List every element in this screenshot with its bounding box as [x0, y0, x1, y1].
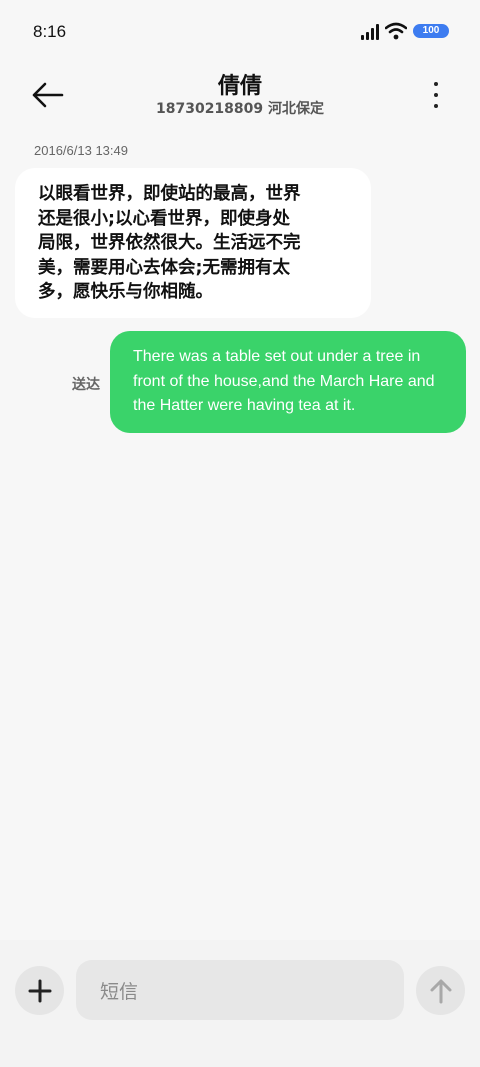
more-vertical-icon[interactable]: [428, 80, 444, 110]
send-arrow-icon: [430, 979, 451, 1003]
outgoing-message-line: the Hatter were having tea at it.: [133, 397, 356, 414]
status-bar: 8:16 100: [0, 0, 480, 66]
status-time: 8:16: [33, 22, 67, 41]
battery-icon: 100: [413, 24, 449, 38]
outgoing-message-line: front of the house,and the March Hare an…: [133, 372, 435, 390]
incoming-message-line: 还是很小;以心看世界，即使身处: [38, 208, 290, 229]
status-icons: 100: [361, 22, 449, 40]
compose-bar: 短信: [0, 940, 480, 1067]
incoming-message-line: 美，需要用心去体会;无需拥有太: [38, 257, 290, 278]
sms-conversation-screen: 8:16 100 倩倩 18730218809 河北保定 2016/6/13 1…: [0, 0, 480, 1067]
contact-name: 倩倩: [217, 74, 262, 99]
outgoing-message-bubble[interactable]: There was a table set out under a tree i…: [110, 331, 466, 433]
wifi-icon: [385, 22, 407, 40]
incoming-message-line: 多，愿快乐与你相随。: [38, 282, 213, 302]
add-attachment-button[interactable]: [15, 966, 64, 1015]
incoming-message-line: 以眼看世界，即使站的最高，世界: [38, 184, 301, 204]
signal-icon: [361, 23, 379, 40]
conversation-header: 倩倩 18730218809 河北保定: [0, 66, 480, 126]
send-button[interactable]: [416, 966, 465, 1015]
message-input-placeholder: 短信: [100, 980, 139, 1003]
delivery-status: 送达: [72, 377, 100, 393]
incoming-message-bubble[interactable]: 以眼看世界，即使站的最高，世界 还是很小;以心看世界，即使身处 局限，世界依然很…: [15, 168, 371, 318]
message-timestamp: 2016/6/13 13:49: [34, 143, 128, 158]
plus-icon: [28, 979, 51, 1002]
contact-phone-location: 18730218809 河北保定: [155, 101, 325, 117]
incoming-message-line: 局限，世界依然很大。生活远不完: [38, 233, 301, 253]
outgoing-message-line: There was a table set out under a tree i…: [133, 348, 421, 365]
message-input[interactable]: 短信: [76, 960, 404, 1020]
